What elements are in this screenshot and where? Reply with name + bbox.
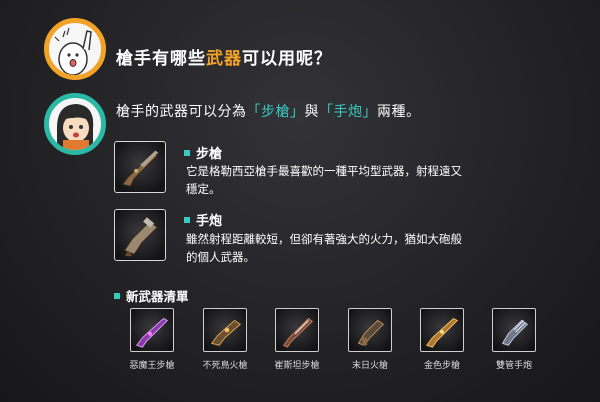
- new-weapons-title-text: 新武器清單: [126, 289, 189, 304]
- doomsday-musket-icon: [357, 319, 385, 346]
- new-weapon-slot-4[interactable]: [348, 308, 392, 352]
- rifle-title: 步槍: [184, 143, 222, 162]
- rifle-desc-line2: 穩定。: [186, 182, 221, 196]
- intro-suffix: 兩種。: [377, 104, 421, 120]
- rifle-icon: [121, 150, 159, 187]
- new-weapon-label-3: 崔斯坦步槍: [274, 361, 320, 371]
- hand-cannon-item-slot[interactable]: [114, 209, 166, 261]
- new-weapon-slot-3[interactable]: [275, 308, 319, 352]
- new-weapon-slot-2[interactable]: [203, 308, 247, 352]
- intro-rifle-tag: 「步槍」: [246, 104, 305, 120]
- hand-cannon-desc-line2: 的個人武器。: [186, 250, 255, 264]
- new-weapon-label-4: 末日火槍: [351, 361, 388, 371]
- new-weapon-label-6: 雙管手炮: [495, 361, 532, 371]
- character-avatar-question: [44, 18, 106, 80]
- bullet-square-icon: [114, 292, 120, 299]
- title-highlight: 武器: [206, 49, 242, 69]
- tristan-rifle-icon: [282, 317, 314, 348]
- weapon-types-intro: 槍手的武器可以分為「步槍」與「手炮」兩種。: [116, 101, 421, 121]
- title-prefix: 槍手有哪些: [116, 49, 206, 69]
- hand-cannon-description: 雖然射程距離較短，但卻有著強大的火力，猶如大砲般 的個人武器。: [186, 230, 516, 266]
- bullet-square-icon: [184, 149, 190, 156]
- rifle-title-text: 步槍: [196, 147, 223, 162]
- page-question-title: 槍手有哪些武器可以用呢？: [116, 44, 332, 69]
- new-weapon-slot-5[interactable]: [420, 308, 464, 352]
- intro-prefix: 槍手的武器可以分為: [116, 104, 247, 120]
- hand-cannon-icon: [123, 217, 159, 257]
- intro-mid: 與: [304, 104, 319, 120]
- hand-cannon-desc-line1: 雖然射程距離較短，但卻有著強大的火力，猶如大砲般: [186, 232, 462, 246]
- new-weapon-slot-1[interactable]: [130, 308, 174, 352]
- demon-king-rifle-icon: [135, 317, 169, 348]
- golden-rifle-icon: [425, 317, 459, 348]
- bullet-square-icon: [184, 216, 190, 223]
- rifle-description: 它是格勒西亞槍手最喜歡的一種平均型武器，射程遠又 穩定。: [186, 162, 516, 198]
- phoenix-musket-icon: [210, 319, 242, 346]
- girl-character-icon: [57, 104, 94, 150]
- title-suffix: 可以用呢？: [242, 49, 332, 69]
- new-weapon-label-1: 惡魔王步槍: [129, 361, 175, 371]
- double-barrel-hand-cannon-icon: [501, 319, 529, 346]
- rifle-item-slot[interactable]: [114, 141, 166, 193]
- new-weapon-label-2: 不死鳥火槍: [202, 361, 248, 371]
- character-avatar-girl: [44, 93, 106, 155]
- rifle-desc-line1: 它是格勒西亞槍手最喜歡的一種平均型武器，射程遠又: [186, 164, 462, 178]
- new-weapons-section-title: 新武器清單: [114, 286, 189, 305]
- hand-cannon-title: 手炮: [184, 210, 222, 229]
- new-weapon-label-5: 金色步槍: [423, 361, 460, 371]
- intro-handgun-tag: 「手炮」: [319, 104, 377, 120]
- hand-cannon-title-text: 手炮: [196, 214, 223, 229]
- new-weapon-slot-6[interactable]: [492, 308, 536, 352]
- raised-hand-character-icon: [54, 27, 92, 75]
